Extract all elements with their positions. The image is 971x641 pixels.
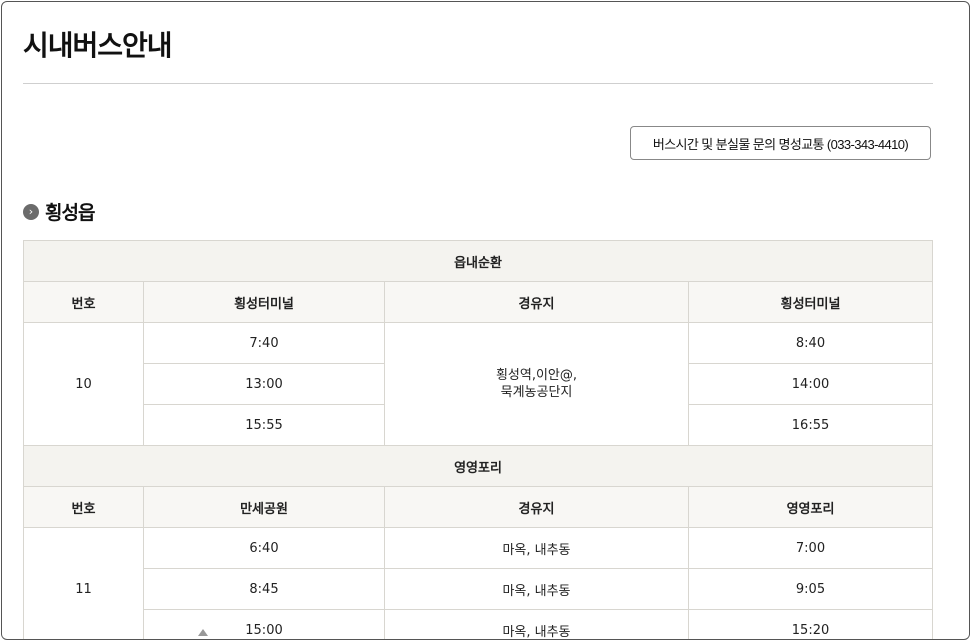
via-stops: 마옥, 내추동	[384, 568, 689, 610]
browser-frame: 시내버스안내 버스시간 및 분실물 문의 명성교통 (033-343-4410)…	[1, 1, 970, 640]
route-number: 11	[23, 527, 144, 639]
table-row: 8:45 마옥, 내추동 9:05	[24, 568, 934, 610]
section-title: 횡성읍	[45, 202, 95, 224]
departure-time: 13:00	[143, 363, 385, 405]
arrival-time: 9:05	[687, 568, 934, 610]
section-heading: › 횡성읍	[23, 198, 95, 225]
table-row: 10 7:40 횡성역,이안@, 묵계농공단지 8:40	[23, 322, 934, 446]
mouse-cursor-icon	[198, 629, 208, 636]
route-name: 읍내순환	[22, 240, 934, 282]
column-header-number: 번호	[23, 486, 144, 528]
route-number: 10	[23, 322, 144, 446]
departure-time: 8:45	[143, 568, 385, 610]
table-row: 15:00 마옥, 내추동 15:20	[24, 609, 934, 639]
via-stops: 횡성역,이안@, 묵계농공단지	[384, 322, 689, 446]
arrival-time: 7:00	[687, 527, 934, 569]
column-header-number: 번호	[23, 281, 144, 323]
departure-time: 15:00	[143, 609, 385, 639]
departure-time: 6:40	[143, 527, 385, 569]
arrival-time: 14:00	[687, 363, 934, 405]
chevron-right-circle-icon: ›	[23, 203, 39, 220]
via-stops-line: 묵계농공단지	[500, 385, 573, 400]
column-header-via: 경유지	[384, 486, 689, 528]
arrival-time: 15:20	[687, 609, 934, 639]
table-row: 11 6:40 마옥, 내추동 7:00	[23, 527, 934, 639]
via-stops: 마옥, 내추동	[384, 609, 689, 639]
column-header-destination: 영영포리	[687, 486, 934, 528]
departure-time: 7:40	[143, 322, 385, 364]
bus-contact-button[interactable]: 버스시간 및 분실물 문의 명성교통 (033-343-4410)	[630, 126, 931, 160]
column-header-via: 경유지	[384, 281, 689, 323]
via-stops: 마옥, 내추동	[384, 527, 689, 569]
column-header-destination: 횡성터미널	[687, 281, 934, 323]
arrival-time: 8:40	[687, 322, 934, 364]
column-header-origin: 만세공원	[143, 486, 385, 528]
departure-time: 15:55	[143, 404, 385, 446]
column-header-origin: 횡성터미널	[143, 281, 385, 323]
route-name: 영영포리	[22, 445, 934, 487]
arrival-time: 16:55	[687, 404, 934, 446]
title-divider	[23, 83, 933, 84]
bus-schedule-table: 읍내순환 번호 횡성터미널 경유지 횡성터미널 10 7:40 횡성역,이안@,…	[22, 240, 934, 639]
page-title: 시내버스안내	[23, 29, 173, 62]
via-stops-line: 횡성역,이안@,	[495, 368, 578, 383]
